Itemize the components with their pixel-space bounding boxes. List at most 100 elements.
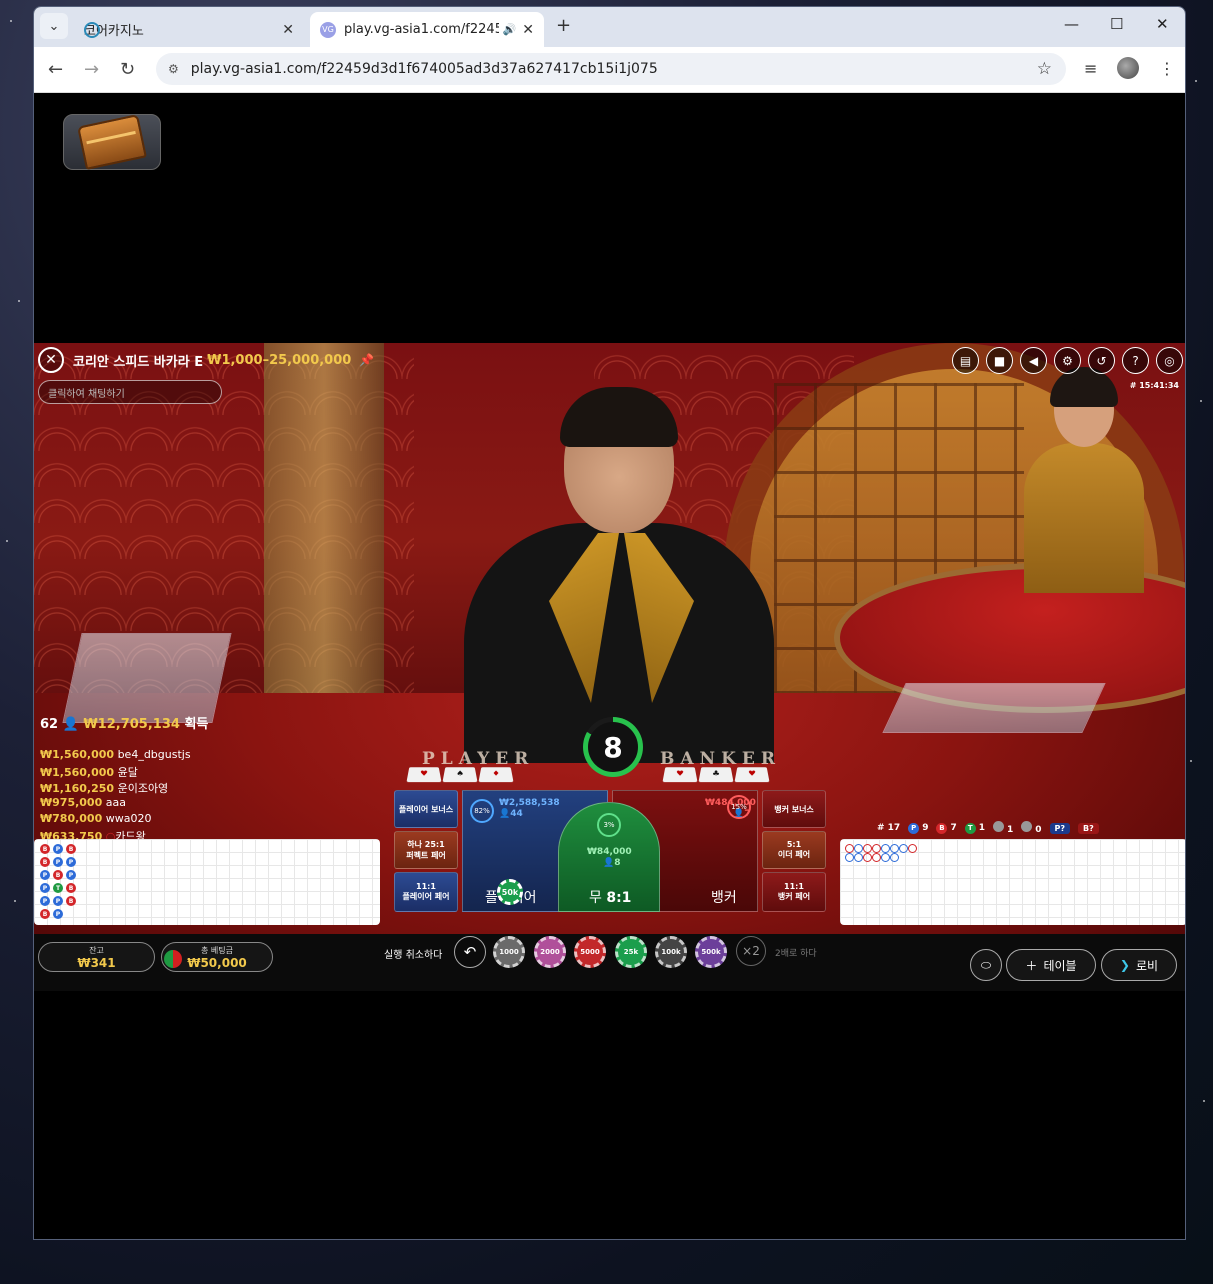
card-shoe — [882, 683, 1106, 733]
tie-bet-spot[interactable]: 3% ₩84,000 👤8 무 8:1 — [558, 802, 660, 912]
balance-value: ₩341 — [77, 956, 116, 970]
winner-row: ₩1,560,000 윤달 — [40, 766, 138, 779]
chip-500k[interactable]: 500k — [695, 936, 727, 968]
tab-bar: ⌄ 코어카지노 ✕ VG play.vg-asia1.com/f22459d 🔊… — [34, 7, 1185, 47]
chat-input[interactable]: 클릭하여 채팅하기 — [38, 380, 222, 404]
playing-card: ♠ — [442, 767, 478, 783]
tie-bettor-count: 👤8 — [603, 858, 621, 868]
history-icon[interactable]: ↺ — [1088, 347, 1115, 374]
round-number: # 17 — [877, 823, 901, 833]
big-road-ring — [872, 853, 881, 862]
double-button[interactable]: ×2 — [736, 936, 766, 966]
bead-P: P — [40, 883, 50, 893]
volume-icon[interactable]: ◀ — [1020, 347, 1047, 374]
profile-avatar[interactable] — [1117, 57, 1139, 79]
lobby-icon: ❯ — [1119, 958, 1130, 972]
big-road-ring — [908, 844, 917, 853]
winner-row: ₩975,000 aaa — [40, 796, 126, 809]
tab-search-button[interactable]: ⌄ — [40, 13, 68, 39]
close-icon[interactable]: ✕ — [282, 22, 294, 38]
player-percentage: 82% — [470, 799, 494, 823]
address-bar[interactable]: ⚙ play.vg-asia1.com/f22459d3d1f674005ad3… — [156, 53, 1066, 85]
bead-B: B — [66, 844, 76, 854]
close-icon[interactable]: ✕ — [522, 22, 534, 38]
chevron-down-icon: ⌄ — [48, 18, 60, 34]
table-name: 코리안 스피드 바카라 E — [73, 354, 204, 370]
big-road-ring — [872, 844, 881, 853]
chip-2000[interactable]: 2000 — [534, 936, 566, 968]
bookmark-star-icon[interactable]: ☆ — [1037, 59, 1052, 79]
either-pair-bet[interactable]: 5:1 이더 페어 — [762, 831, 826, 869]
banker-pair-bet[interactable]: 11:1 뱅커 페어 — [762, 872, 826, 912]
tie-total-amount: ₩84,000 — [587, 847, 632, 857]
maximize-button[interactable]: ☐ — [1110, 15, 1123, 33]
tab-core-casino[interactable]: 코어카지노 ✕ — [74, 12, 304, 47]
chip-1000[interactable]: 1000 — [493, 936, 525, 968]
settings-gear-icon[interactable]: ⚙ — [1054, 347, 1081, 374]
speaker-icon[interactable]: 🔊 — [503, 23, 517, 36]
game-header: ✕ 코리안 스피드 바카라 E ₩1,000–25,000,000 📌 — [38, 347, 374, 373]
winners-suffix: 획득 — [184, 717, 209, 732]
pin-icon[interactable]: 📌 — [359, 353, 374, 367]
balance-label: 잔고 — [89, 946, 104, 955]
plus-icon: ＋ — [1025, 958, 1038, 973]
forward-arrow-icon[interactable]: → — [84, 59, 99, 80]
bead-road-scoreboard[interactable]: BPBBPPPBPPTBPPBBP — [34, 839, 380, 925]
banker-predict-button[interactable]: B? — [1078, 822, 1099, 834]
lobby-button[interactable]: ❯ 로비 — [1101, 949, 1177, 981]
browser-toolbar: ← → ↻ ⚙ play.vg-asia1.com/f22459d3d1f674… — [34, 47, 1185, 93]
player-cards: ♥ ♠ ♦ — [406, 765, 514, 783]
tie-count: T1 — [964, 822, 985, 834]
minimize-button[interactable]: — — [1064, 15, 1079, 33]
playing-card: ♦ — [478, 767, 514, 783]
support-icon[interactable]: ◎ — [1156, 347, 1183, 374]
countdown-timer: 8 — [583, 717, 643, 777]
big-road-ring — [899, 844, 908, 853]
browser-window: ⌄ 코어카지노 ✕ VG play.vg-asia1.com/f22459d 🔊… — [33, 6, 1186, 1240]
bead-P: P — [40, 896, 50, 906]
winners-summary: 62 👤 ₩12,705,134 획득 — [40, 713, 208, 732]
tab-vg-game[interactable]: VG play.vg-asia1.com/f22459d 🔊 ✕ — [310, 12, 544, 47]
bead-P: P — [53, 844, 63, 854]
perfect-pair-bet[interactable]: 하나 25:1 퍼펙트 페어 — [394, 831, 458, 869]
winner-row: ₩1,160,250 운이조아영 — [40, 782, 169, 795]
back-arrow-icon[interactable]: ← — [48, 59, 63, 80]
treasure-chest-button[interactable] — [63, 114, 161, 170]
new-tab-button[interactable]: + — [556, 15, 571, 36]
double-label: 2배로 하다 — [775, 949, 817, 959]
chip-100k[interactable]: 100k — [655, 936, 687, 968]
vg-favicon-icon: VG — [320, 21, 336, 38]
game-toolbar: ▤ ■ ◀ ⚙ ↺ ? ◎ — [952, 347, 1183, 374]
table-view-button[interactable]: ⬭ — [970, 949, 1002, 981]
banker-bonus-bet[interactable]: 뱅커 보너스 — [762, 790, 826, 828]
chip-25k[interactable]: 25k — [615, 936, 647, 968]
bead-P: P — [53, 857, 63, 867]
video-icon[interactable]: ■ — [986, 347, 1013, 374]
player-wins: P9 — [908, 822, 928, 834]
player-pair-bet[interactable]: 11:1 플레이어 페어 — [394, 872, 458, 912]
treasure-chest-icon — [77, 114, 147, 170]
media-control-icon[interactable]: ≡ — [1084, 59, 1097, 78]
banker-wins: B7 — [936, 822, 957, 834]
big-road-scoreboard[interactable] — [840, 839, 1185, 925]
help-icon[interactable]: ? — [1122, 347, 1149, 374]
undo-label: 실행 취소하다 — [384, 950, 443, 961]
card-shoe — [62, 633, 232, 723]
player-bonus-bet[interactable]: 플레이어 보너스 — [394, 790, 458, 828]
total-bet-display: 총 베팅금 ₩50,000 — [161, 942, 273, 972]
chat-icon[interactable]: ▤ — [952, 347, 979, 374]
close-window-button[interactable]: ✕ — [1156, 15, 1169, 33]
add-table-button[interactable]: ＋ 테이블 — [1006, 949, 1096, 981]
chip-stack-icon — [164, 950, 182, 968]
chip-5000[interactable]: 5000 — [574, 936, 606, 968]
bead-B: B — [53, 870, 63, 880]
playing-card: ♥ — [406, 767, 442, 783]
reload-icon[interactable]: ↻ — [120, 59, 135, 80]
winner-row: ₩1,560,000 be4_dbgustjs — [40, 748, 191, 761]
menu-kebab-icon[interactable]: ⋮ — [1159, 59, 1175, 78]
site-info-icon[interactable]: ⚙ — [168, 62, 179, 76]
close-game-button[interactable]: ✕ — [38, 347, 64, 373]
url-text: play.vg-asia1.com/f22459d3d1f674005ad3d3… — [190, 61, 658, 77]
undo-button[interactable]: ↶ — [454, 936, 486, 968]
player-predict-button[interactable]: P? — [1049, 822, 1071, 834]
